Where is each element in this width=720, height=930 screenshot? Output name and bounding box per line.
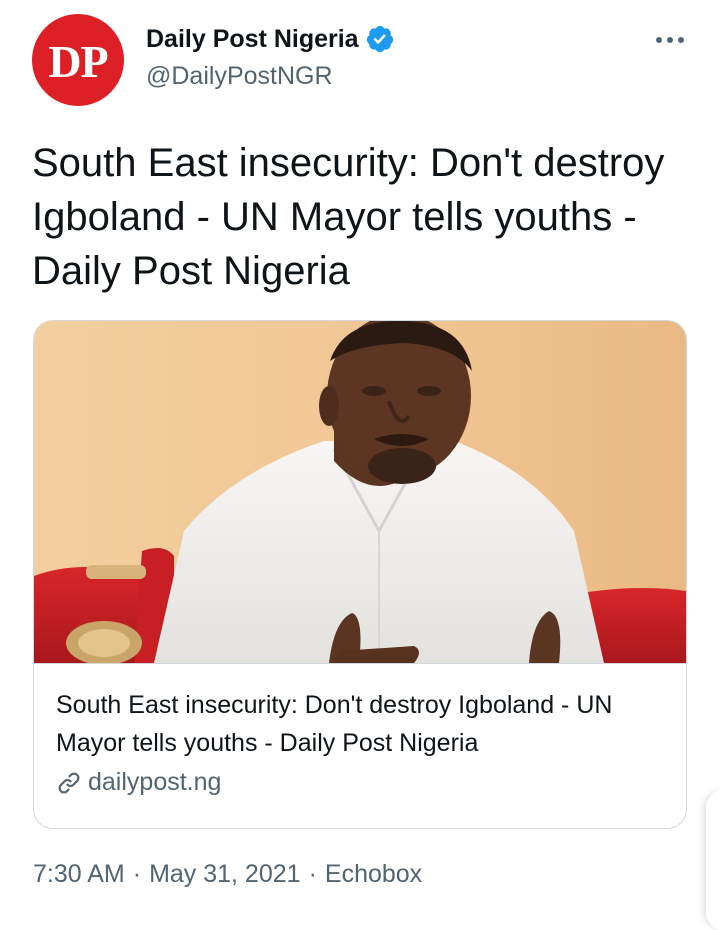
card-photo-man-in-white-shirt (34, 321, 686, 663)
tweet-time[interactable]: 7:30 AM (33, 860, 125, 889)
tweet-text: South East insecurity: Don't destroy Igb… (32, 141, 665, 293)
card-image[interactable] (34, 321, 686, 663)
card-domain-text: dailypost.ng (88, 768, 222, 796)
edge-panel (704, 790, 720, 930)
meta-separator: · (132, 860, 142, 888)
link-card[interactable]: South East insecurity: Don't destroy Igb… (33, 320, 687, 829)
more-horizontal-icon[interactable] (652, 28, 688, 52)
display-name[interactable]: Daily Post Nigeria (146, 25, 359, 54)
card-body[interactable]: South East insecurity: Don't destroy Igb… (34, 663, 686, 828)
name-row: Daily Post Nigeria (146, 22, 395, 56)
tweet-metadata: 7:30 AM · May 31, 2021 · Echobox (33, 860, 422, 889)
author-block: Daily Post Nigeria @DailyPostNGR (146, 22, 395, 91)
verified-badge-icon (366, 25, 393, 53)
card-title[interactable]: South East insecurity: Don't destroy Igb… (56, 686, 666, 762)
card-domain[interactable]: dailypost.ng (56, 768, 221, 797)
handle[interactable]: @DailyPostNGR (146, 62, 395, 91)
avatar[interactable]: DP (32, 14, 124, 106)
meta-separator: · (308, 860, 317, 888)
tweet-source: Echobox (324, 860, 423, 888)
tweet-date[interactable]: May 31, 2021 (149, 860, 301, 889)
link-icon (58, 772, 80, 793)
avatar-logo-text: DP (48, 35, 108, 87)
